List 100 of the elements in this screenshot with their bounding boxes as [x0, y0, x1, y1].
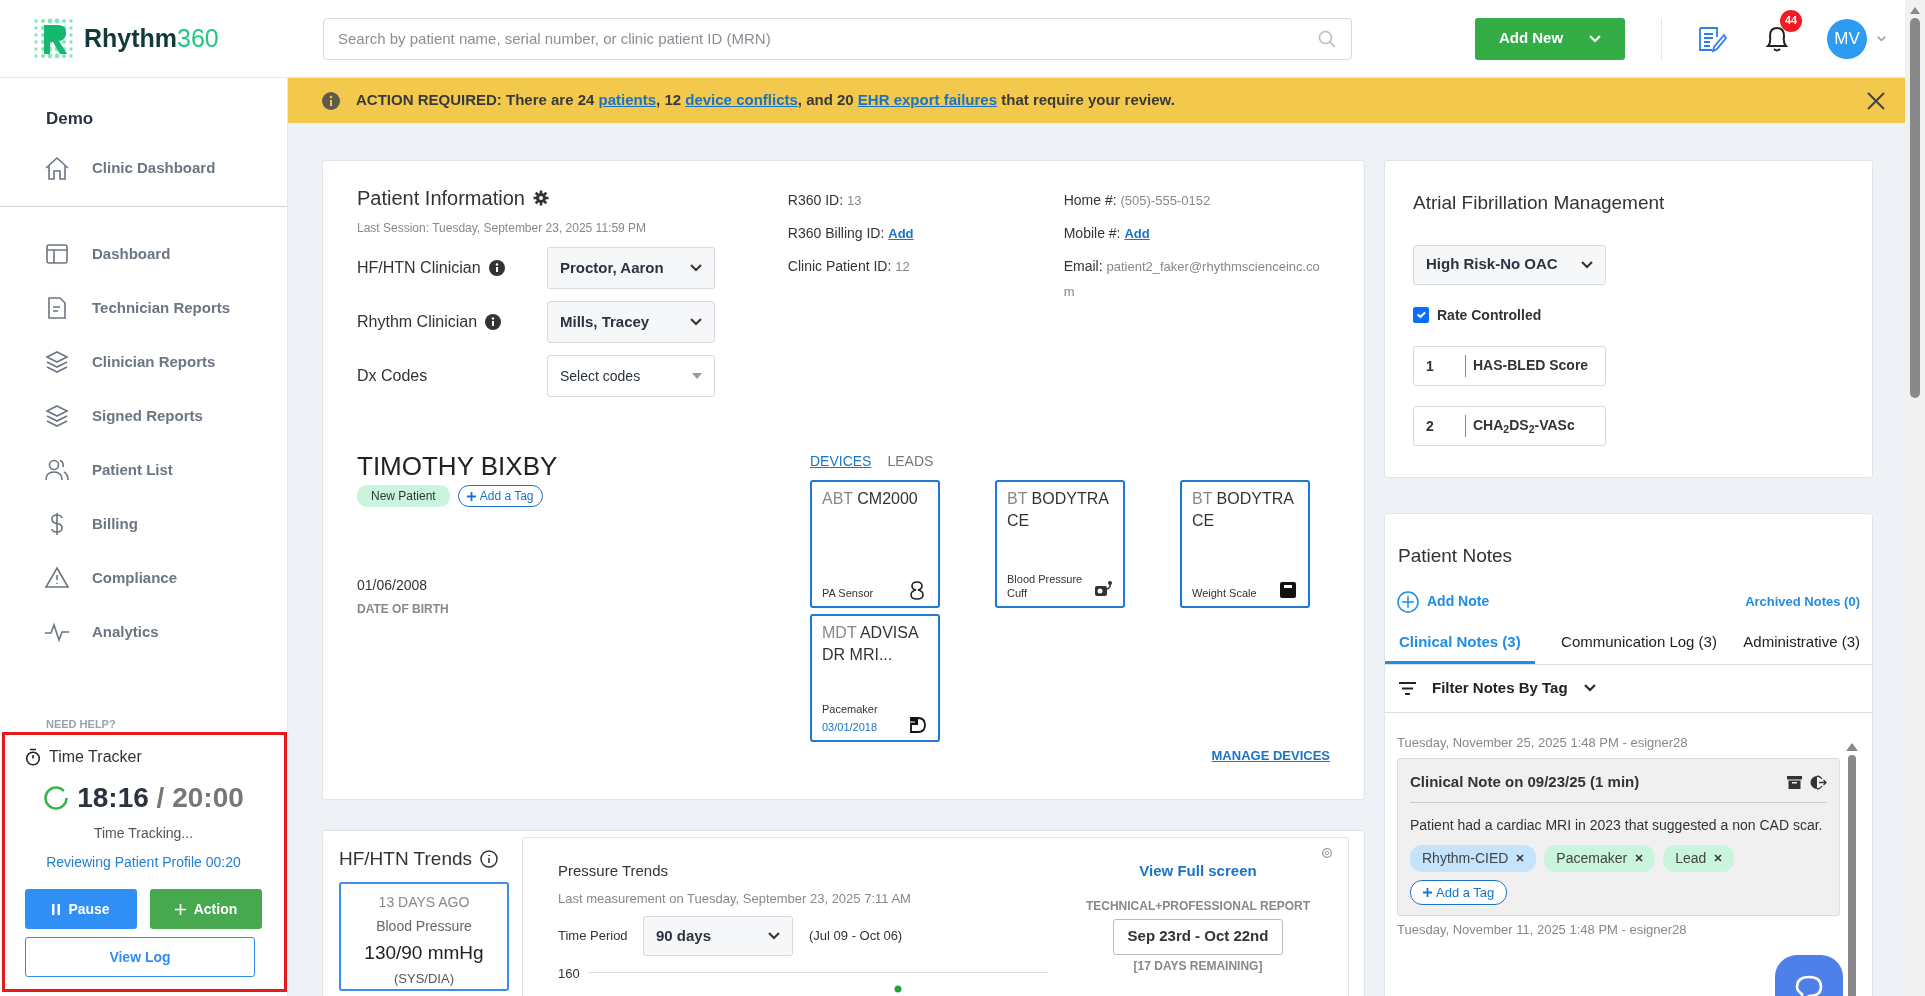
warning-icon: [44, 565, 70, 591]
full-screen-link[interactable]: View Full screen: [1139, 860, 1257, 883]
notes-tab[interactable]: Administrative (3): [1743, 622, 1860, 664]
filter-icon: [1399, 681, 1416, 695]
scrollbar-thumb[interactable]: [1910, 18, 1920, 398]
alert-link[interactable]: patients: [598, 91, 657, 109]
sidebar-item[interactable]: Billing: [0, 497, 287, 551]
add-note-link[interactable]: Add Note: [1397, 590, 1490, 613]
alert-link[interactable]: device conflicts: [685, 91, 798, 109]
close-icon[interactable]: [1516, 854, 1525, 862]
field-label: Rhythm Clinician: [357, 312, 478, 332]
search-icon: [1318, 29, 1336, 48]
filter-dropdown[interactable]: Filter Notes By Tag: [1432, 677, 1596, 700]
device-card[interactable]: BT BODYTRACE Blood Pressure Cuff: [995, 480, 1125, 608]
plus-icon: [1423, 887, 1432, 897]
close-icon[interactable]: [1635, 854, 1644, 862]
note-tag[interactable]: Lead: [1663, 844, 1735, 872]
scroll-up-icon[interactable]: [1909, 6, 1921, 14]
sidebar-item[interactable]: Compliance: [0, 551, 287, 605]
device-tab[interactable]: DEVICES: [810, 451, 872, 472]
device-card[interactable]: BT BODYTRACE Weight Scale: [1180, 480, 1310, 608]
device-card[interactable]: MDT ADVISA DR MRI... Pacemaker 03/01/2018: [810, 614, 940, 742]
sidebar-item[interactable]: Clinic Dashboard: [0, 140, 287, 196]
activity-link[interactable]: Reviewing Patient Profile 00:20: [25, 852, 262, 873]
sidebar-item[interactable]: Signed Reports: [0, 389, 287, 443]
view-log-button[interactable]: View Log: [25, 937, 255, 977]
sidebar-item[interactable]: Patient List: [0, 443, 287, 497]
last-session: Last Session: Tuesday, September 23, 2025 11:59 PM: [357, 220, 648, 237]
checkbox-label: Rate Controlled: [1437, 305, 1542, 325]
user-avatar[interactable]: MV: [1827, 18, 1867, 59]
dashboard-icon: [44, 241, 70, 267]
sidebar-item[interactable]: Clinician Reports: [0, 335, 287, 389]
dropdown[interactable]: Select codes: [547, 355, 715, 397]
scrollbar-thumb[interactable]: [1848, 754, 1856, 996]
note-meta: Tuesday, November 25, 2025 1:48 PM - esigner28: [1397, 733, 1689, 752]
checkbox[interactable]: [1413, 307, 1429, 323]
field-label: HF/HTN Clinician: [357, 258, 481, 278]
note-title: Clinical Note on 09/23/25 (1 min): [1410, 772, 1640, 792]
device-tab[interactable]: LEADS: [887, 451, 934, 472]
notes-tab[interactable]: Clinical Notes (3): [1385, 622, 1535, 664]
export-icon[interactable]: [1810, 774, 1827, 790]
note-meta: Tuesday, November 11, 2025 1:48 PM - esigner28: [1397, 921, 1688, 939]
score-field[interactable]: 1 HAS-BLED Score: [1413, 345, 1606, 386]
notes-tab[interactable]: Communication Log (3): [1561, 622, 1717, 664]
add-tag-button[interactable]: Add a Tag: [1410, 879, 1508, 905]
chevron-icon: [1581, 260, 1593, 269]
layers-icon: [44, 349, 70, 375]
tracking-status: Time Tracking...: [92, 824, 195, 843]
add-new-button[interactable]: Add New: [1475, 17, 1625, 60]
plus-circle-icon: [1397, 590, 1419, 613]
logo[interactable]: Rhythm360: [32, 16, 292, 61]
search-field[interactable]: Search by patient name, serial number, or clinic patient ID (MRN): [323, 17, 1352, 60]
date-range: (Jul 09 - Oct 06): [809, 927, 903, 946]
info-icon: [488, 260, 505, 276]
chevron-icon: [1877, 34, 1886, 43]
risk-dropdown[interactable]: High Risk-No OAC: [1413, 244, 1606, 285]
score-field[interactable]: 2 CHA$_{2}$DS$_{2}$-VASc: [1413, 405, 1606, 446]
dropdown[interactable]: Proctor, Aaron: [547, 247, 715, 289]
alert-message: ACTION REQUIRED: There are 24 patients, 12 device conflicts, and 20 EHR export failures that require your review.: [356, 90, 1175, 111]
chevron-icon: [1583, 684, 1596, 693]
period-dropdown[interactable]: 90 days: [643, 916, 793, 956]
sidebar-item[interactable]: Technician Reports: [0, 281, 287, 335]
chevron-icon: [690, 318, 702, 326]
add-tag-button[interactable]: Add a Tag: [457, 485, 543, 507]
section-title: HF/HTN Trends: [339, 847, 473, 871]
close-icon[interactable]: [1714, 854, 1723, 862]
sidebar-item[interactable]: Dashboard: [0, 227, 287, 281]
pause-icon: [52, 903, 61, 915]
archive-icon[interactable]: [1787, 774, 1802, 790]
users-icon: [44, 457, 70, 483]
archived-notes-link[interactable]: Archived Notes (0): [1745, 591, 1860, 612]
section-title: Patient Information: [357, 186, 525, 211]
caret-icon: [692, 373, 702, 379]
report-range-button[interactable]: Sep 23rd - Oct 22nd: [1113, 918, 1283, 955]
settings-icon[interactable]: [532, 190, 549, 206]
plus-icon: [466, 491, 476, 501]
device-card[interactable]: ABT CM2000 PA Sensor: [810, 480, 940, 608]
dropdown[interactable]: Mills, Tracey: [547, 301, 715, 343]
measurement-card[interactable]: 13 DAYS AGO Blood Pressure 130/90 mmHg (SYS/DIA): [339, 881, 509, 991]
notification-badge: 44: [1780, 9, 1802, 32]
scroll-up-icon[interactable]: [1846, 742, 1858, 751]
tracker-title: Time Tracker: [49, 747, 142, 767]
manage-devices-link[interactable]: MANAGE DEVICES: [1211, 746, 1330, 766]
pause-button[interactable]: Pause: [25, 889, 137, 929]
notes-edit-icon[interactable]: [1697, 24, 1727, 53]
help-heading: NEED HELP?: [45, 716, 117, 732]
days-remaining: [17 DAYS REMAINING]: [1133, 957, 1263, 975]
action-button[interactable]: Action: [150, 889, 262, 929]
close-icon[interactable]: [1867, 91, 1885, 110]
add-link[interactable]: Add: [888, 226, 914, 241]
note-tag[interactable]: Pacemaker: [1544, 844, 1656, 872]
info-field: R360 Billing ID: Add: [787, 221, 1064, 246]
info-icon: [485, 314, 502, 330]
sidebar-item[interactable]: Analytics: [0, 605, 287, 659]
section-title: Atrial Fibrillation Management: [1413, 191, 1666, 215]
note-tag[interactable]: Rhythm-CIED: [1410, 844, 1537, 872]
alert-link[interactable]: EHR export failures: [857, 91, 998, 109]
logo-mark-icon: [32, 16, 76, 61]
info-field: R360 ID: 13: [787, 188, 1064, 213]
add-link[interactable]: Add: [1124, 226, 1150, 241]
